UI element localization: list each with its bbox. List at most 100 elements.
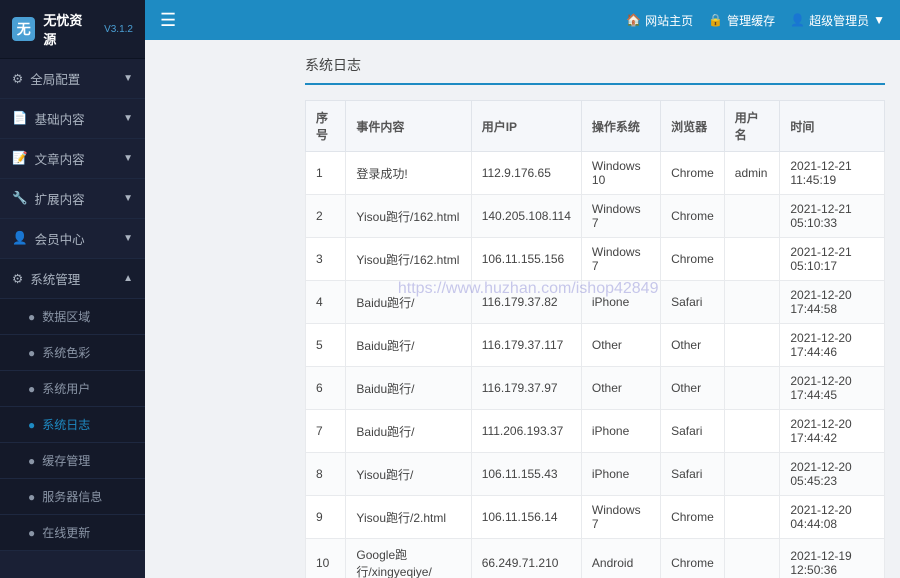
cell-1: Yisou跑行/ bbox=[346, 453, 471, 496]
sidebar-sub-xitongse[interactable]: ● 系统色彩 bbox=[0, 335, 145, 371]
cell-1: Yisou跑行/162.html bbox=[346, 238, 471, 281]
table-row: 10Google跑行/xingyeqiye/66.249.71.210Andro… bbox=[306, 539, 885, 578]
cell-3: iPhone bbox=[581, 281, 660, 324]
table-header: 序号 事件内容 用户IP 操作系统 浏览器 用户名 时间 bbox=[306, 101, 885, 152]
sidebar-item-kuozhan-label: 扩展内容 bbox=[35, 189, 85, 208]
table-row: 4Baidu跑行/116.179.37.82iPhoneSafari2021-1… bbox=[306, 281, 885, 324]
cell-6: 2021-12-21 11:45:19 bbox=[780, 152, 885, 195]
col-ip: 用户IP bbox=[471, 101, 581, 152]
sidebar-item-jiben[interactable]: 📄 基础内容 ▼ bbox=[0, 99, 145, 139]
sidebar-sub-fuwuqi[interactable]: ● 服务器信息 bbox=[0, 479, 145, 515]
cell-3: Other bbox=[581, 367, 660, 410]
cell-0: 1 bbox=[306, 152, 346, 195]
cell-1: Google跑行/xingyeqiye/ bbox=[346, 539, 471, 578]
col-event: 事件内容 bbox=[346, 101, 471, 152]
cell-3: iPhone bbox=[581, 410, 660, 453]
table-body: 1登录成功!112.9.176.65Windows 10Chromeadmin2… bbox=[306, 152, 885, 578]
sidebar-item-wenzhang-label: 文章内容 bbox=[35, 149, 85, 168]
cell-5 bbox=[724, 539, 780, 578]
cell-3: Windows 7 bbox=[581, 195, 660, 238]
cell-0: 5 bbox=[306, 324, 346, 367]
hamburger-menu-icon[interactable]: ☰ bbox=[160, 10, 176, 31]
cell-0: 4 bbox=[306, 281, 346, 324]
table-row: 9Yisou跑行/2.html106.11.156.14Windows 7Chr… bbox=[306, 496, 885, 539]
sidebar-sub-gengxin[interactable]: ● 在线更新 bbox=[0, 515, 145, 551]
cell-2: 106.11.156.14 bbox=[471, 496, 581, 539]
sidebar-sub-xitongse-label: 系统色彩 bbox=[42, 344, 90, 361]
db-icon: ● bbox=[28, 310, 35, 324]
sidebar-sub-xitongrizhi-label: 系统日志 bbox=[42, 416, 90, 433]
sidebar-item-wenzhang[interactable]: 📝 文章内容 ▼ bbox=[0, 139, 145, 179]
cell-2: 116.179.37.97 bbox=[471, 367, 581, 410]
cell-6: 2021-12-19 12:50:36 bbox=[780, 539, 885, 578]
page-title: 系统日志 bbox=[305, 55, 885, 75]
xitong-icon: ⚙ bbox=[12, 271, 23, 286]
cell-1: Baidu跑行/ bbox=[346, 410, 471, 453]
topbar-cache-link[interactable]: 🔒 管理缓存 bbox=[708, 12, 775, 29]
chevron-up-icon: ▲ bbox=[123, 273, 133, 284]
cell-2: 116.179.37.117 bbox=[471, 324, 581, 367]
cell-6: 2021-12-21 05:10:33 bbox=[780, 195, 885, 238]
topbar-website-label: 网站主页 bbox=[645, 12, 693, 29]
sidebar: 无 无忧资源 V3.1.2 ⚙ 全局配置 ▼ 📄 基础内容 ▼ 📝 文章内容 ▼… bbox=[0, 0, 145, 578]
sidebar-sub-xitongrizhi[interactable]: ● 系统日志 bbox=[0, 407, 145, 443]
page-title-bar: 系统日志 bbox=[305, 55, 885, 85]
sidebar-logo: 无 无忧资源 V3.1.2 bbox=[0, 0, 145, 59]
sidebar-item-huiyuan-label: 会员中心 bbox=[35, 229, 85, 248]
cell-4: Safari bbox=[661, 410, 725, 453]
cache-clear-icon: 🔒 bbox=[708, 13, 723, 27]
cell-1: 登录成功! bbox=[346, 152, 471, 195]
chevron-down-icon: ▼ bbox=[123, 113, 133, 124]
jiben-icon: 📄 bbox=[12, 111, 28, 126]
cell-0: 6 bbox=[306, 367, 346, 410]
cell-2: 112.9.176.65 bbox=[471, 152, 581, 195]
cell-6: 2021-12-20 17:44:42 bbox=[780, 410, 885, 453]
sidebar-item-huiyuan[interactable]: 👤 会员中心 ▼ bbox=[0, 219, 145, 259]
cell-2: 106.11.155.156 bbox=[471, 238, 581, 281]
sidebar-item-quanju-label: 全局配置 bbox=[30, 69, 80, 88]
cell-2: 66.249.71.210 bbox=[471, 539, 581, 578]
sidebar-sub-fuwuqi-label: 服务器信息 bbox=[42, 488, 102, 505]
logo-icon: 无 bbox=[12, 17, 35, 41]
cell-0: 3 bbox=[306, 238, 346, 281]
cell-3: Other bbox=[581, 324, 660, 367]
sidebar-item-jiben-label: 基础内容 bbox=[35, 109, 85, 128]
topbar: ☰ 🏠 网站主页 🔒 管理缓存 👤 超级管理员 ▼ bbox=[145, 0, 900, 40]
cell-2: 111.206.193.37 bbox=[471, 410, 581, 453]
cell-3: Windows 10 bbox=[581, 152, 660, 195]
cell-5 bbox=[724, 238, 780, 281]
cell-1: Baidu跑行/ bbox=[346, 367, 471, 410]
table-row: 8Yisou跑行/106.11.155.43iPhoneSafari2021-1… bbox=[306, 453, 885, 496]
cell-5 bbox=[724, 410, 780, 453]
cell-6: 2021-12-20 04:44:08 bbox=[780, 496, 885, 539]
cell-3: Android bbox=[581, 539, 660, 578]
home-icon: 🏠 bbox=[626, 13, 641, 27]
cell-5 bbox=[724, 195, 780, 238]
cell-3: Windows 7 bbox=[581, 238, 660, 281]
sidebar-sub-shujuku-label: 数据区域 bbox=[42, 308, 90, 325]
sidebar-sub-shujuku[interactable]: ● 数据区域 bbox=[0, 299, 145, 335]
sidebar-sub-xitonguser-label: 系统用户 bbox=[42, 380, 90, 397]
col-time: 时间 bbox=[780, 101, 885, 152]
cell-1: Yisou跑行/162.html bbox=[346, 195, 471, 238]
update-icon: ● bbox=[28, 526, 35, 540]
col-browser: 浏览器 bbox=[661, 101, 725, 152]
cell-4: Chrome bbox=[661, 238, 725, 281]
cell-2: 140.205.108.114 bbox=[471, 195, 581, 238]
topbar-website-link[interactable]: 🏠 网站主页 bbox=[626, 12, 693, 29]
sidebar-sub-xitonguser[interactable]: ● 系统用户 bbox=[0, 371, 145, 407]
cell-3: iPhone bbox=[581, 453, 660, 496]
sidebar-sub-huancun[interactable]: ● 缓存管理 bbox=[0, 443, 145, 479]
cell-4: Chrome bbox=[661, 496, 725, 539]
sidebar-item-quanju[interactable]: ⚙ 全局配置 ▼ bbox=[0, 59, 145, 99]
cache-icon: ● bbox=[28, 454, 35, 468]
sidebar-item-xitong[interactable]: ⚙ 系统管理 ▲ bbox=[0, 259, 145, 299]
main-content: 系统日志 序号 事件内容 用户IP 操作系统 浏览器 用户名 时间 1登录成功!… bbox=[290, 40, 900, 578]
app-version: V3.1.2 bbox=[104, 24, 133, 35]
table-row: 7Baidu跑行/111.206.193.37iPhoneSafari2021-… bbox=[306, 410, 885, 453]
sidebar-item-kuozhan[interactable]: 🔧 扩展内容 ▼ bbox=[0, 179, 145, 219]
cell-6: 2021-12-20 17:44:58 bbox=[780, 281, 885, 324]
cell-6: 2021-12-20 17:44:46 bbox=[780, 324, 885, 367]
cell-0: 9 bbox=[306, 496, 346, 539]
topbar-user-menu[interactable]: 👤 超级管理员 ▼ bbox=[790, 12, 885, 29]
